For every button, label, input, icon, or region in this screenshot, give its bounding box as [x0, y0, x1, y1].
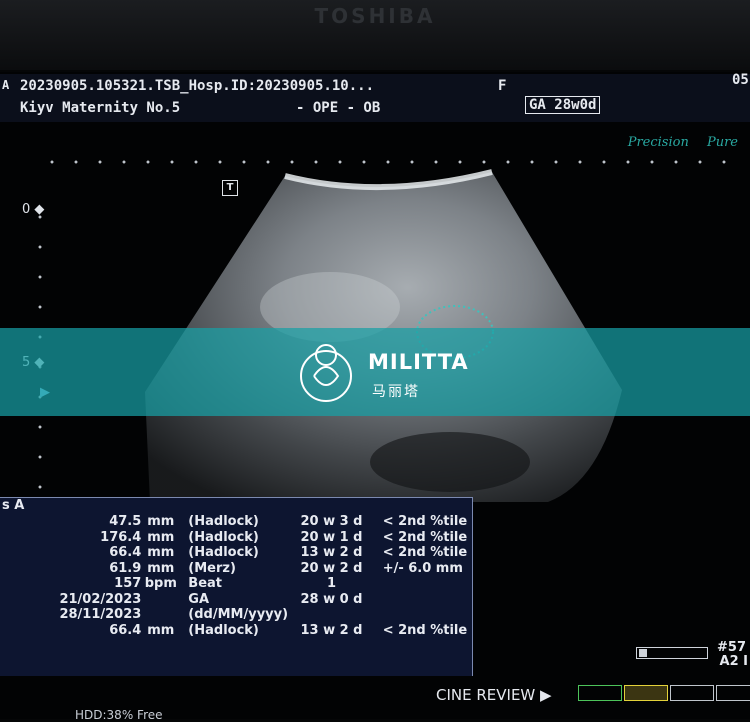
measurement-note: < 2nd %tile [382, 545, 468, 561]
measurement-unit: bpm [144, 576, 177, 592]
cine-slider[interactable] [636, 647, 708, 659]
measurement-method: (Hadlock) [188, 514, 259, 530]
measurement-value: 47.5 [109, 514, 142, 530]
measurement-method: (dd/MM/yyyy) [188, 607, 289, 623]
measurement-method: (Hadlock) [188, 529, 259, 545]
ultrasound-screen: A 20230905.105321.TSB_Hosp.ID:20230905.1… [0, 72, 750, 722]
militta-logo-icon [300, 344, 352, 402]
shadow-region [370, 432, 530, 492]
hdd-status: HDD:38% Free [75, 708, 163, 722]
orientation-marker: T [222, 180, 238, 196]
measurement-value: 157 [114, 576, 142, 592]
measurement-note [375, 592, 472, 608]
measurement-note [375, 607, 472, 623]
measurement-method: (Hadlock) [188, 545, 259, 561]
measurement-row: 21/02/2023 GA 28 w 0 d [0, 592, 472, 608]
measurement-row: 66.4 mm (Hadlock) 13 w 2 d < 2nd %tile [0, 545, 472, 561]
measurement-panel: s A 47.5 mm (Hadlock) 20 w 3 d < 2nd %tile 17… [0, 497, 473, 676]
measurement-row: 61.9 mm (Merz) 20 w 2 d +/- 6.0 mm [0, 561, 472, 577]
measurement-row: 157 bpm Beat 1 [0, 576, 472, 592]
depth-label-top: 0 ◆ [22, 202, 45, 217]
measurement-value: 66.4 [109, 622, 142, 638]
watermark-chinese: 马丽塔 [372, 384, 420, 400]
measurement-method: Beat [188, 576, 223, 592]
monitor-bezel: TOSHIBA [0, 0, 750, 70]
measurement-title: s A [2, 498, 25, 513]
measurement-age: 20 w 1 d [300, 529, 363, 545]
frame-number: #57 [717, 640, 746, 655]
measurement-unit [141, 592, 180, 608]
measurement-unit: mm [147, 514, 175, 530]
view-label: A2 I [719, 654, 748, 669]
measurement-age: 1 [326, 576, 336, 592]
measurement-value: 61.9 [109, 560, 142, 576]
cine-step-button[interactable] [670, 685, 714, 701]
measurement-note: +/- 6.0 mm [382, 560, 463, 576]
cine-end-button[interactable] [716, 685, 750, 701]
measurement-unit: mm [147, 622, 175, 638]
measurement-value: 176.4 [100, 529, 142, 545]
measurement-method: (Hadlock) [188, 622, 259, 638]
measurement-value: 66.4 [109, 545, 142, 561]
cine-review-label[interactable]: CINE REVIEW ▶ [436, 686, 552, 704]
status-bar: CINE REVIEW ▶ HDD:38% Free [0, 678, 750, 722]
measurement-row: 176.4 mm (Hadlock) 20 w 1 d < 2nd %tile [0, 530, 472, 546]
cine-slider-handle[interactable] [639, 649, 647, 657]
measurement-unit: mm [147, 529, 175, 545]
measurement-age: 28 w 0 d [300, 591, 363, 607]
measurement-value: 28/11/2023 [59, 607, 142, 623]
measurement-method: GA [188, 591, 210, 607]
measurement-note: < 2nd %tile [382, 622, 468, 638]
measurement-age: 20 w 3 d [300, 514, 363, 530]
measurement-row: 28/11/2023 (dd/MM/yyyy) [0, 607, 472, 623]
measurement-unit [141, 607, 180, 623]
measurement-unit: mm [147, 545, 175, 561]
measurement-value: 21/02/2023 [59, 591, 142, 607]
measurement-method: (Merz) [188, 560, 236, 576]
measurement-age: 20 w 2 d [300, 560, 363, 576]
measurement-age [288, 607, 374, 623]
measurement-row: 47.5 mm (Hadlock) 20 w 3 d < 2nd %tile [0, 514, 472, 530]
measurement-note [375, 576, 472, 592]
measurement-age: 13 w 2 d [300, 622, 363, 638]
cine-play-button[interactable] [578, 685, 622, 701]
measurement-row: 66.4 mm (Hadlock) 13 w 2 d < 2nd %tile [0, 623, 472, 639]
monitor-brand: TOSHIBA [314, 4, 436, 28]
cine-loop-button[interactable] [624, 685, 668, 701]
measurement-note: < 2nd %tile [382, 514, 468, 530]
measurement-table: 47.5 mm (Hadlock) 20 w 3 d < 2nd %tile 176.4 m… [0, 514, 472, 638]
measurement-age: 13 w 2 d [300, 545, 363, 561]
measurement-unit: mm [147, 560, 175, 576]
watermark-name: MILITTA [368, 350, 469, 374]
measurement-note: < 2nd %tile [382, 529, 468, 545]
